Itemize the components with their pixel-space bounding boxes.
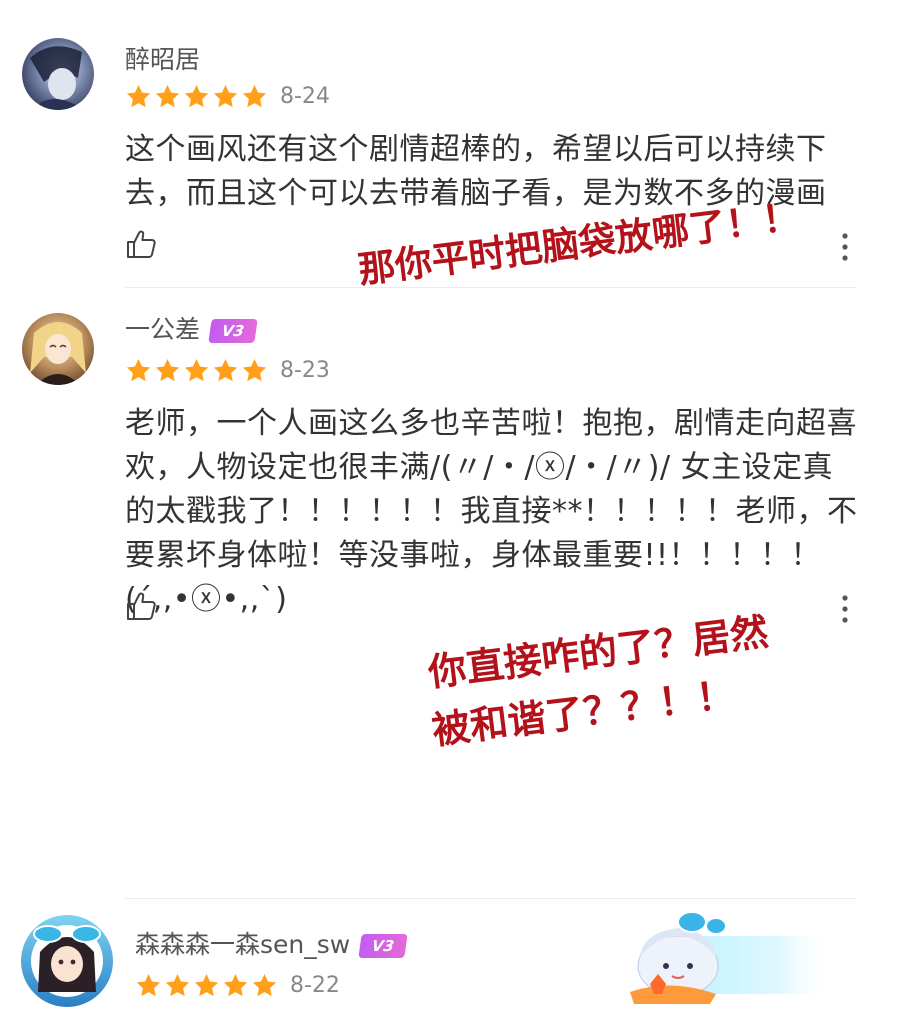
star-icon [194, 973, 219, 996]
avatar[interactable] [22, 313, 94, 385]
rating: 8-23 [125, 355, 330, 385]
star-icon [155, 358, 180, 381]
comment-item: 一公差 V3 8-23 老师，一个人画这么多也辛苦啦！抱抱，剧情走向超喜欢，人物设… [0, 290, 900, 630]
star-icon [165, 973, 190, 996]
star-icon [242, 84, 267, 107]
like-icon[interactable] [125, 590, 157, 622]
star-icon [223, 973, 248, 996]
star-icon [242, 358, 267, 381]
comment-date: 8-24 [280, 83, 330, 109]
vip-badge: V3 [208, 319, 258, 343]
vip-badge: V3 [358, 934, 408, 958]
star-icon [126, 84, 151, 107]
star-icon [126, 358, 151, 381]
divider [125, 898, 857, 899]
comment-date: 8-23 [280, 357, 330, 383]
avatar[interactable] [22, 38, 94, 110]
star-icon [252, 973, 277, 996]
comment-text: 老师，一个人画这么多也辛苦啦！抱抱，剧情走向超喜欢，人物设定也很丰满/(〃/・/… [125, 406, 858, 617]
mascot-decoration [630, 911, 832, 1004]
divider [125, 287, 857, 288]
comment-date: 8-22 [290, 972, 340, 998]
rating: 8-22 [135, 970, 340, 1000]
username-text: 一公差 [125, 315, 201, 344]
star-icon [213, 84, 238, 107]
star-icon [213, 358, 238, 381]
star-icon [155, 84, 180, 107]
like-icon[interactable] [125, 228, 157, 260]
star-icon [136, 973, 161, 996]
username[interactable]: 醉昭居 [125, 45, 200, 75]
username-text: 森森森一森sen_sw [135, 930, 351, 959]
username[interactable]: 森森森一森sen_sw V3 [135, 930, 408, 960]
rating: 8-24 [125, 81, 330, 111]
more-icon[interactable] [838, 593, 852, 625]
username[interactable]: 一公差 V3 [125, 315, 258, 345]
star-icon [184, 84, 209, 107]
star-icon [184, 358, 209, 381]
avatar[interactable] [18, 912, 116, 1010]
more-icon[interactable] [838, 231, 852, 263]
